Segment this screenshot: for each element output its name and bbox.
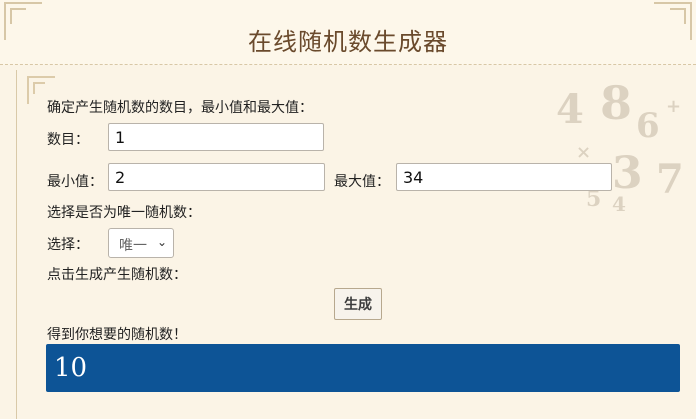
header: 在线随机数生成器 [0,0,696,65]
result-display: 10 [46,344,680,392]
generate-prompt: 点击生成产生随机数： [47,267,187,283]
count-label: 数目： [47,132,89,148]
unique-prompt: 选择是否为唯一随机数： [47,205,201,221]
max-label: 最大值： [334,174,390,190]
count-input[interactable] [108,123,324,151]
choice-label: 选择： [47,237,89,253]
page-title: 在线随机数生成器 [248,28,448,56]
chevron-down-icon: ⌄ [156,235,167,249]
unique-select[interactable]: 唯一 ⌄ [108,228,174,258]
min-input[interactable] [108,163,325,191]
max-input[interactable] [396,163,612,191]
generate-button[interactable]: 生成 [334,288,382,320]
intro-text: 确定产生随机数的数目，最小值和最大值： [47,100,313,116]
result-label: 得到你想要的随机数！ [47,327,187,343]
min-label: 最小值： [47,174,103,190]
unique-select-value: 唯一 [119,238,147,254]
